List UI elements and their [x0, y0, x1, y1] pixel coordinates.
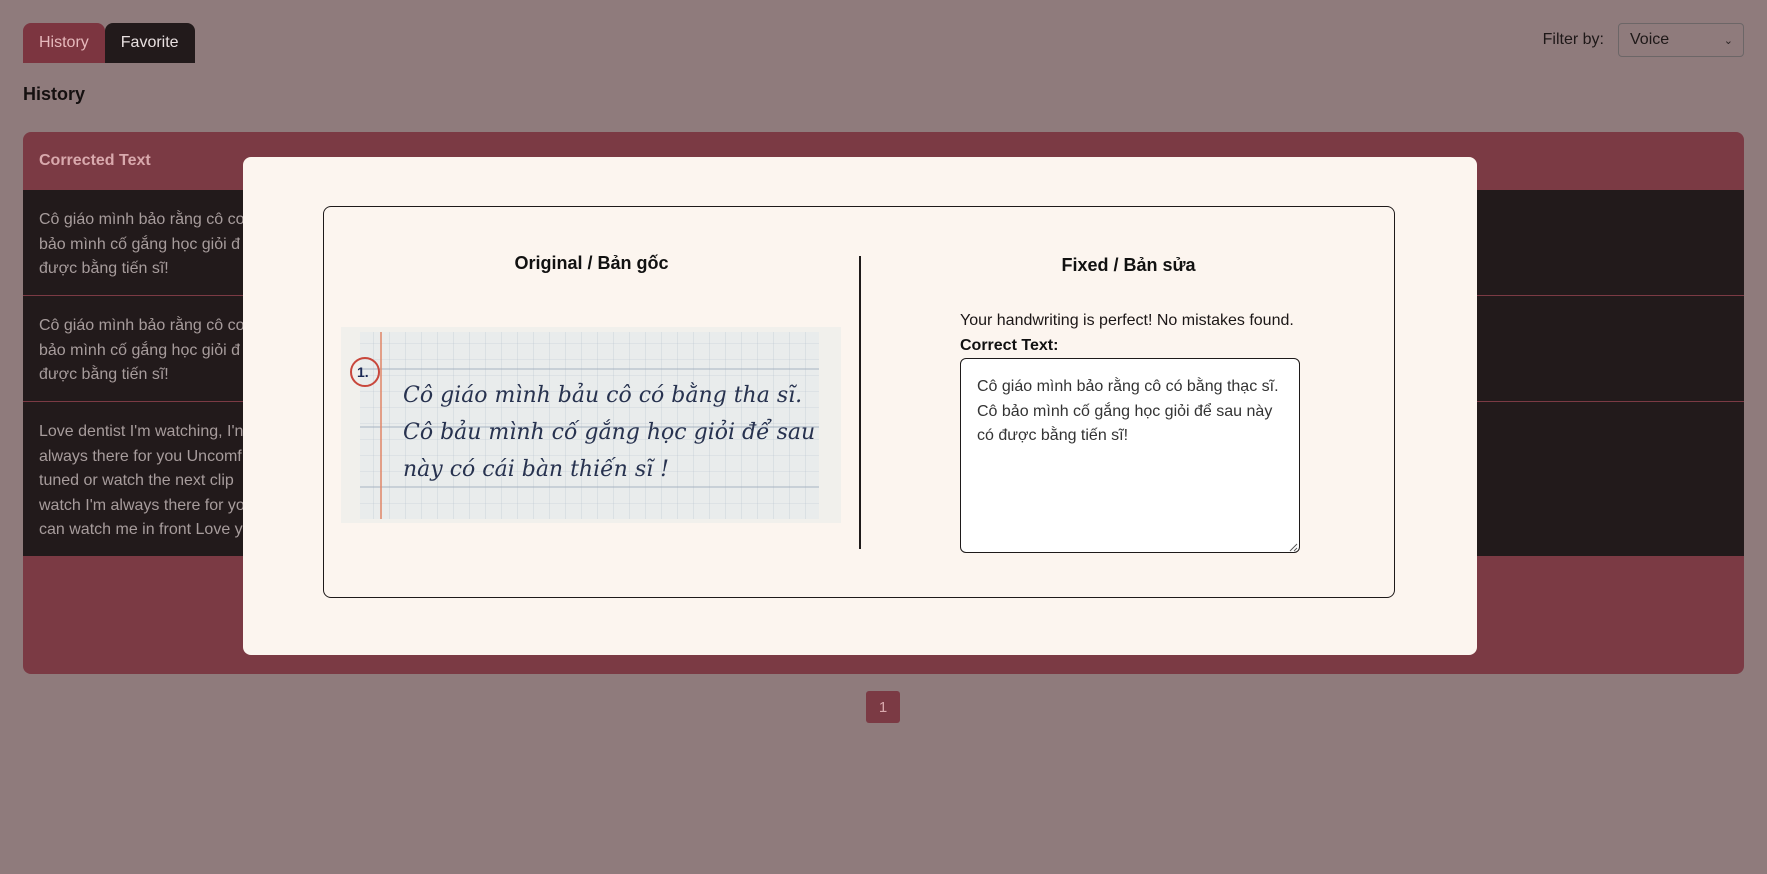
resize-grip-icon[interactable] — [1288, 542, 1298, 552]
correct-text-area[interactable]: Cô giáo mình bảo rằng cô có bằng thạc sĩ… — [960, 358, 1300, 553]
fixed-title: Fixed / Bản sửa — [1061, 255, 1196, 275]
page-button-1[interactable]: 1 — [866, 691, 900, 723]
pagination: 1 — [866, 691, 900, 723]
tab-bar: History Favorite — [23, 23, 195, 63]
column-divider — [859, 256, 861, 549]
handwriting-line-3: này có cái bàn thiến sĩ ! — [403, 456, 669, 482]
filter-select-value: Voice — [1630, 31, 1670, 48]
filter-label: Filter by: — [1542, 31, 1604, 48]
tab-history[interactable]: History — [23, 23, 105, 63]
result-message: Your handwriting is perfect! No mistakes… — [960, 312, 1294, 329]
svg-text:1.: 1. — [357, 364, 369, 380]
chevron-down-icon: ⌄ — [1723, 34, 1733, 47]
filter-select[interactable]: Voice ⌄ — [1618, 23, 1744, 57]
handwriting-line-1: Cô giáo mình bảu cô có bằng tha sĩ. — [403, 382, 802, 408]
original-title: Original / Bản gốc — [514, 253, 669, 273]
comparison-modal: Original / Bản gốc Fixed / Bản sửa 1. Cô… — [243, 157, 1477, 655]
page-title: History — [23, 84, 86, 104]
handwriting-line-2: Cô bảu mình cố gắng học giỏi để sau — [403, 417, 815, 445]
filter: Filter by: Voice ⌄ — [1543, 23, 1744, 57]
original-handwriting-image: 1. Cô giáo mình bảu cô có bằng tha sĩ. C… — [341, 327, 841, 523]
tab-favorite[interactable]: Favorite — [104, 23, 195, 63]
comparison-panel: Original / Bản gốc Fixed / Bản sửa 1. Cô… — [323, 206, 1395, 598]
correct-text-label: Correct Text: — [960, 337, 1059, 354]
